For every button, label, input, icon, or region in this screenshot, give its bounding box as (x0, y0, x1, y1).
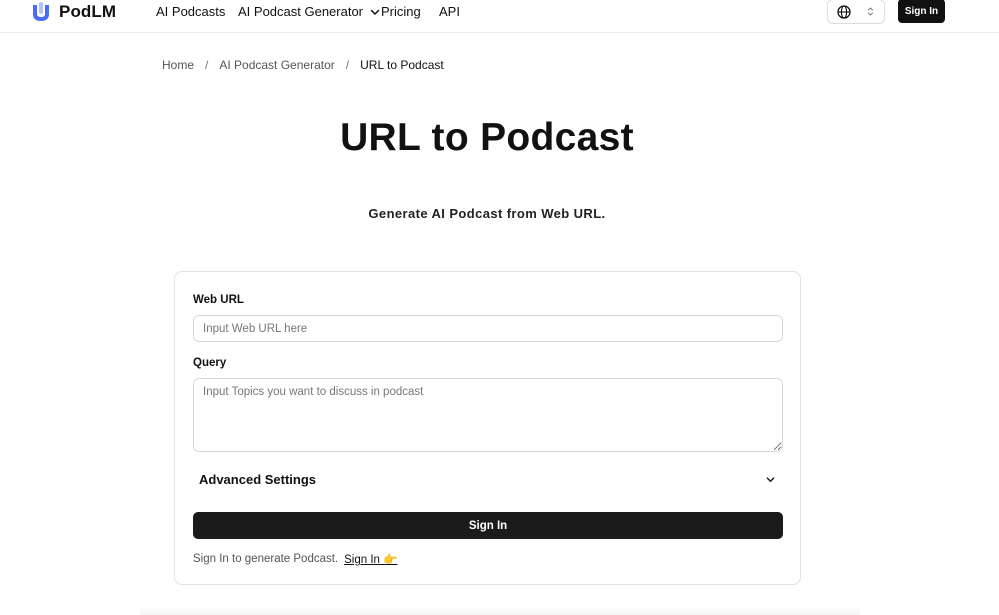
nav-ai-podcasts-label: AI Podcasts (156, 4, 226, 19)
sign-in-link[interactable]: Sign In 👉 (344, 552, 397, 566)
nav-api-label: API (439, 4, 460, 19)
language-select[interactable] (827, 0, 885, 24)
page-bottom-edge (140, 606, 860, 615)
brand-logo[interactable]: PodLM (31, 1, 116, 23)
chevron-down-icon (766, 477, 775, 483)
sort-updown-icon (868, 7, 873, 16)
generator-form-card: Web URL Query Advanced Settings Sign In … (174, 271, 801, 585)
sign-in-submit-button[interactable]: Sign In (193, 512, 783, 539)
query-label: Query (193, 357, 227, 369)
web-url-label: Web URL (193, 294, 244, 306)
breadcrumb-ai-podcast-generator[interactable]: AI Podcast Generator (219, 58, 334, 72)
globe-icon (837, 4, 851, 19)
web-url-input[interactable] (193, 315, 783, 342)
advanced-settings-toggle[interactable]: Advanced Settings (193, 467, 783, 491)
breadcrumb-current: URL to Podcast (360, 58, 444, 72)
top-header: PodLM AI Podcasts AI Podcast Generator P… (0, 0, 999, 33)
nav-pricing-label: Pricing (381, 4, 421, 19)
nav-pricing[interactable]: Pricing (381, 4, 421, 19)
page-subtitle: Generate AI Podcast from Web URL. (368, 206, 606, 221)
query-textarea[interactable] (193, 378, 783, 452)
sign-in-button[interactable]: Sign In (898, 0, 945, 23)
podlm-logo-icon (33, 2, 49, 21)
nav-ai-podcasts[interactable]: AI Podcasts (156, 4, 225, 19)
brand-name: PodLM (59, 2, 117, 21)
breadcrumb-separator: / (205, 58, 209, 72)
nav-ai-podcast-generator-label: AI Podcast Generator (238, 4, 364, 19)
sign-in-prompt: Sign In to generate Podcast. (193, 553, 339, 565)
nav-ai-podcast-generator[interactable]: AI Podcast Generator (238, 4, 380, 19)
form-footer: Sign In to generate Podcast. Sign In 👉 (193, 552, 397, 566)
breadcrumb: Home / AI Podcast Generator / URL to Pod… (162, 58, 444, 72)
breadcrumb-home[interactable]: Home (162, 58, 194, 72)
advanced-settings-label: Advanced Settings (199, 471, 317, 487)
breadcrumb-separator: / (345, 58, 350, 72)
chevron-down-icon (370, 9, 380, 15)
nav-api[interactable]: API (439, 4, 460, 19)
page-title: URL to Podcast (340, 116, 634, 159)
